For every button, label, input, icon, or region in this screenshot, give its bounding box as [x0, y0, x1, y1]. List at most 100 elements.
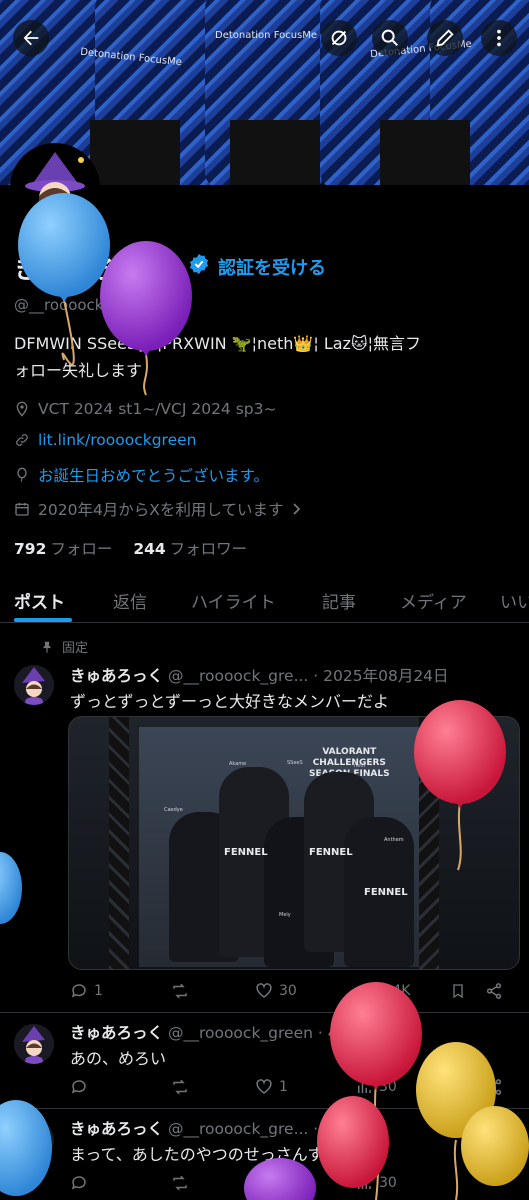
post-author-name[interactable]: きゅあろっく: [70, 667, 163, 685]
mute-button[interactable]: [321, 20, 357, 56]
event-title-line: VALORANT: [322, 747, 377, 757]
repost-icon: [173, 1175, 187, 1191]
profile-avatar[interactable]: [10, 143, 100, 233]
following-count: 792: [14, 540, 47, 558]
profile-website[interactable]: lit.link/roooockgreen: [14, 431, 196, 449]
tab-replies[interactable]: 返信: [113, 588, 147, 613]
views-button[interactable]: 30: [355, 1174, 450, 1192]
reply-button[interactable]: [70, 1174, 170, 1192]
share-button[interactable]: [485, 982, 503, 1000]
profile-birthday[interactable]: お誕生日おめでとうございます。: [14, 464, 269, 486]
pinned-label: 固定: [40, 637, 88, 656]
reply-button[interactable]: 1: [70, 982, 170, 1000]
get-verified-link[interactable]: 認証を受ける: [218, 254, 326, 280]
balloon-icon: [17, 467, 27, 482]
share-icon: [486, 1079, 502, 1095]
post-actions: 1 30: [70, 1078, 510, 1096]
witch-character-avatar: [14, 665, 54, 705]
player-name-tag: SSeeS: [287, 760, 303, 766]
tab-highlights[interactable]: ハイライト: [191, 588, 276, 613]
post-author-handle[interactable]: @__roooock_green: [168, 1024, 313, 1042]
repost-button[interactable]: [170, 982, 255, 1000]
back-button[interactable]: [13, 20, 49, 56]
bookmark-button[interactable]: [450, 982, 485, 1000]
views-count: 30: [379, 1079, 397, 1095]
post-timestamp[interactable]: · 2025年08月24日: [313, 667, 448, 685]
like-button[interactable]: 30: [255, 982, 355, 1000]
post-header: きゅあろっく @__roooock_gre... · 2025年08月24日: [70, 664, 449, 686]
repost-icon: [173, 983, 187, 999]
profile-tabs: ポスト 返信 ハイライト 記事 メディア いい: [0, 580, 529, 623]
post-text: ずっとずっとずーっと大好きなメンバーだよ: [70, 692, 390, 711]
banner-shirt-text: Detonation FocusMe: [215, 30, 318, 41]
profile-name: きゅあろっく: [14, 255, 171, 284]
tab-posts[interactable]: ポスト: [14, 588, 65, 613]
tab-articles[interactable]: 記事: [322, 588, 356, 613]
more-button[interactable]: [481, 20, 517, 56]
post-avatar[interactable]: [14, 1120, 54, 1160]
post-avatar[interactable]: [14, 665, 54, 705]
like-button[interactable]: 1: [255, 1174, 355, 1192]
reply-button[interactable]: [70, 1078, 170, 1096]
player-name-tag: neth: [354, 763, 366, 769]
post-author-name[interactable]: きゅあろっく: [70, 1120, 163, 1138]
witch-character-avatar: [13, 146, 97, 230]
sponsor-text: FENNEL: [364, 887, 408, 898]
player-name-tag: Akame: [229, 761, 247, 767]
profile-bio: DFMWIN SSeeS🪽¦PRXWIN 🦖¦neth👑¦ Laz🐱¦無言フ ォ…: [14, 330, 514, 384]
repost-icon: [173, 1079, 187, 1095]
post-actions: 1 30 1.4K: [70, 982, 510, 1000]
website-link[interactable]: lit.link/roooockgreen: [38, 431, 196, 449]
post-media-image[interactable]: VALORANT CHALLENGERS SEASON FINALS FENNE…: [68, 716, 520, 970]
joined-text: 2020年4月からXを利用しています: [38, 501, 284, 519]
reply-icon: [71, 1176, 86, 1190]
post-text: あの、めろい: [70, 1049, 167, 1068]
post-avatar[interactable]: [14, 1024, 54, 1064]
like-button[interactable]: 1: [255, 1078, 355, 1096]
reply-icon: [71, 1080, 86, 1094]
arrow-left-icon: [23, 30, 39, 46]
tab-likes[interactable]: いい: [500, 588, 529, 613]
birthday-text[interactable]: お誕生日おめでとうございます。: [38, 464, 269, 486]
profile-location: VCT 2024 st1~/VCJ 2024 sp3~: [14, 400, 276, 418]
post-author-handle[interactable]: @__roooock_gre...: [168, 1120, 308, 1138]
more-vertical-icon: [497, 29, 501, 47]
tab-media[interactable]: メディア: [400, 588, 467, 613]
post-author-handle[interactable]: @__roooock_gre...: [168, 667, 308, 685]
following-link[interactable]: 792 フォロー: [14, 540, 112, 558]
views-chart-icon: [358, 1177, 371, 1189]
bookmark-icon: [453, 984, 463, 999]
follow-stats: 792 フォロー 244 フォロワー: [14, 537, 247, 559]
edit-button[interactable]: [427, 20, 463, 56]
verified-badge-icon: [188, 253, 210, 279]
search-icon: [381, 29, 399, 47]
views-button[interactable]: 1.4K: [355, 982, 450, 1000]
balloon-blue: [0, 852, 22, 924]
chevron-right-icon[interactable]: [291, 502, 303, 516]
views-chart-icon: [358, 1081, 371, 1093]
post-author-name[interactable]: きゅあろっく: [70, 1024, 163, 1042]
pin-icon: [43, 641, 51, 653]
post-timestamp[interactable]: · 44分: [313, 1120, 358, 1138]
share-button[interactable]: [485, 1078, 503, 1096]
followers-link[interactable]: 244 フォロワー: [133, 540, 247, 558]
player-name-tag: Caedye: [164, 807, 183, 813]
post-timestamp[interactable]: · 44分: [318, 1024, 363, 1042]
views-button[interactable]: 30: [355, 1078, 450, 1096]
post-actions: 1 30: [70, 1174, 510, 1192]
bio-line: DFMWIN SSeeS🪽¦PRXWIN 🦖¦neth👑¦ Laz🐱¦無言フ: [14, 334, 422, 353]
like-count: 30: [279, 983, 297, 999]
reply-count: 1: [94, 983, 103, 999]
profile-joined: 2020年4月からXを利用しています: [14, 498, 303, 520]
repost-button[interactable]: [170, 1078, 255, 1096]
event-title-line: CHALLENGERS: [312, 758, 386, 768]
location-text: VCT 2024 st1~/VCJ 2024 sp3~: [38, 400, 277, 418]
post-header: きゅあろっく @__roooock_green · 44分: [70, 1021, 363, 1043]
views-chart-icon: [358, 985, 371, 997]
bio-line: ォロー失礼します: [14, 361, 143, 380]
repost-button[interactable]: [170, 1174, 255, 1192]
heart-icon: [256, 983, 272, 998]
following-label: フォロー: [50, 540, 113, 558]
bookmark-button[interactable]: [450, 1078, 485, 1096]
search-button[interactable]: [372, 20, 408, 56]
